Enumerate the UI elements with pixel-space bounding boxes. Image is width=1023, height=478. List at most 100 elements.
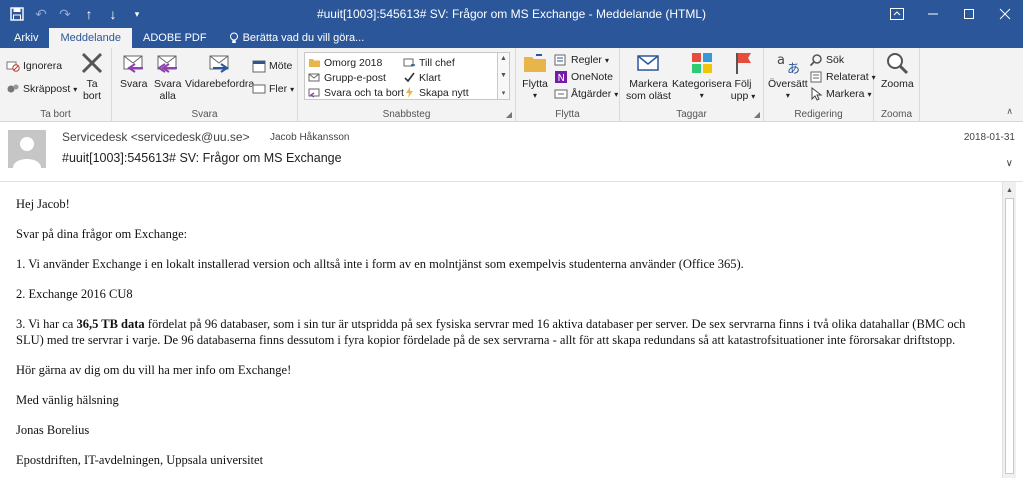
more-respond-button[interactable]: Fler ▾ — [252, 81, 294, 97]
scroll-down-icon[interactable]: ▼ — [500, 72, 507, 79]
recipient-name[interactable]: Jacob Håkansson — [270, 132, 350, 143]
ignore-button[interactable]: Ignorera — [6, 58, 62, 74]
undo-icon[interactable]: ↶ — [30, 3, 52, 25]
tell-me-box[interactable]: Berätta vad du vill göra... — [218, 28, 376, 48]
calendar-icon — [252, 60, 266, 73]
forward-mail-icon — [403, 58, 415, 67]
zoom-icon — [887, 53, 909, 75]
related-icon — [810, 71, 822, 83]
body-greeting: Hej Jacob! — [16, 197, 70, 211]
quickstep-item[interactable]: Grupp-e-post — [308, 71, 386, 84]
follow-up-button[interactable]: Följ upp ▾ — [730, 50, 756, 103]
reply-all-icon — [156, 55, 177, 73]
group-label-delete: Ta bort — [40, 109, 71, 120]
translate-button[interactable]: aあ Översätt ▾ — [768, 50, 808, 102]
ribbon-tabs: Arkiv Meddelande ADOBE PDF Berätta vad d… — [0, 28, 1023, 48]
mark-unread-button[interactable]: Markera som oläst — [626, 50, 671, 102]
tab-message[interactable]: Meddelande — [49, 28, 133, 48]
message-date: 2018-01-31 — [963, 132, 1015, 143]
tags-launcher-icon[interactable]: ◢ — [754, 110, 760, 119]
expand-header-icon[interactable]: ∨ — [1006, 158, 1013, 169]
bold-data-volume: 36,5 TB data — [76, 317, 145, 331]
group-label-editing: Redigering — [794, 109, 843, 120]
customize-qat-icon[interactable]: ▾ — [126, 3, 148, 25]
reply-delete-icon — [308, 88, 320, 98]
junk-button[interactable]: Skräppost ▾ — [6, 81, 77, 97]
tell-me-text: Berätta vad du vill göra... — [242, 32, 365, 44]
select-button[interactable]: Markera ▾ — [809, 86, 872, 102]
search-icon — [809, 54, 822, 67]
reply-icon — [123, 55, 143, 73]
window-title: #uuit[1003]:545613# SV: Frågor om MS Exc… — [316, 7, 707, 21]
body-scrollbar[interactable]: ▲ — [1002, 182, 1016, 478]
group-label-quicksteps: Snabbsteg — [382, 109, 431, 120]
quickstep-item[interactable]: Skapa nytt — [403, 86, 469, 99]
save-icon[interactable] — [6, 3, 28, 25]
move-folder-icon — [524, 54, 546, 72]
find-button[interactable]: Sök — [809, 52, 844, 68]
quickstep-item[interactable]: Till chef — [403, 56, 455, 69]
collapse-ribbon-icon[interactable]: ∧ — [1006, 106, 1013, 117]
group-respond: Svara Svara alla Vidarebefordra Möte Fle… — [112, 48, 298, 122]
rules-button[interactable]: Regler ▾ — [554, 52, 609, 68]
next-item-icon[interactable]: ↓ — [102, 3, 124, 25]
message-body: Hej Jacob! Svar på dina frågor om Exchan… — [0, 182, 1002, 478]
group-editing: aあ Översätt ▾ Sök Relaterat ▾ Markera ▾ Re… — [764, 48, 876, 122]
expand-gallery-icon[interactable]: ▾ — [502, 89, 506, 97]
scroll-up-icon[interactable]: ▲ — [1003, 184, 1016, 197]
more-icon — [252, 84, 266, 94]
minimize-icon[interactable] — [915, 0, 951, 28]
quickstep-item[interactable]: Omorg 2018 — [308, 56, 382, 69]
body-paragraph-2: 2. Exchange 2016 CU8 — [16, 287, 133, 301]
svg-text:N: N — [558, 73, 565, 84]
actions-button[interactable]: Åtgärder ▾ — [554, 86, 618, 102]
onenote-button[interactable]: N OneNote — [554, 69, 613, 85]
tab-file[interactable]: Arkiv — [3, 28, 49, 48]
svg-text:あ: あ — [787, 62, 800, 76]
checkmark-icon — [404, 72, 415, 83]
reply-button[interactable]: Svara — [120, 50, 147, 90]
avatar — [8, 130, 46, 168]
scrollbar-thumb[interactable] — [1005, 198, 1014, 474]
sender-name[interactable]: Servicedesk <servicedesk@uu.se> — [62, 130, 250, 144]
flag-icon — [736, 53, 751, 74]
previous-item-icon[interactable]: ↑ — [78, 3, 100, 25]
ribbon-display-icon[interactable] — [879, 0, 915, 28]
lightning-icon — [406, 87, 413, 98]
quicksteps-scroll[interactable]: ▲ ▼ ▾ — [498, 52, 510, 100]
tab-adobe-pdf[interactable]: ADOBE PDF — [132, 28, 218, 48]
move-button[interactable]: Flytta ▾ — [522, 50, 548, 102]
group-tags: Markera som oläst Kategorisera ▾ Följ up… — [620, 48, 764, 122]
rules-icon — [554, 54, 566, 66]
junk-icon — [7, 84, 19, 93]
reply-all-button[interactable]: Svara alla — [154, 50, 181, 102]
body-paragraph-1: 1. Vi använder Exchange i en lokalt inst… — [16, 257, 744, 271]
body-closing: Med vänlig hälsning — [16, 393, 119, 407]
folder-icon — [309, 59, 320, 67]
body-paragraph-3: 3. Vi har ca 36,5 TB data fördelat på 96… — [16, 317, 966, 347]
group-label-tags: Taggar — [676, 109, 707, 120]
translate-icon: aあ — [777, 53, 800, 76]
scroll-up-icon[interactable]: ▲ — [500, 55, 507, 62]
redo-icon[interactable]: ↷ — [54, 3, 76, 25]
delete-button[interactable]: Ta bort — [79, 50, 105, 102]
quickstep-item[interactable]: Svara och ta bort — [308, 86, 404, 99]
meeting-button[interactable]: Möte — [252, 58, 292, 74]
maximize-icon[interactable] — [951, 0, 987, 28]
quicksteps-gallery: Omorg 2018 Till chef Grupp-e-post Klart … — [304, 52, 498, 100]
quick-access-toolbar: ↶ ↷ ↑ ↓ ▾ — [0, 0, 148, 28]
ignore-icon — [6, 61, 20, 72]
close-icon[interactable] — [987, 0, 1023, 28]
cursor-icon — [811, 87, 823, 101]
categorize-button[interactable]: Kategorisera ▾ — [672, 50, 732, 102]
zoom-button[interactable]: Zooma — [881, 50, 914, 90]
quicksteps-launcher-icon[interactable]: ◢ — [506, 110, 512, 119]
ribbon: Ignorera Skräppost ▾ Ta bort Ta bort Svar… — [0, 48, 1023, 122]
related-button[interactable]: Relaterat ▾ — [809, 69, 876, 85]
group-zoom: Zooma Zooma — [874, 48, 920, 122]
group-label-zoom: Zooma — [880, 109, 913, 120]
forward-button[interactable]: Vidarebefordra — [185, 50, 254, 90]
quickstep-item[interactable]: Klart — [403, 71, 441, 84]
forward-icon — [209, 55, 229, 73]
onenote-icon: N — [555, 71, 567, 84]
